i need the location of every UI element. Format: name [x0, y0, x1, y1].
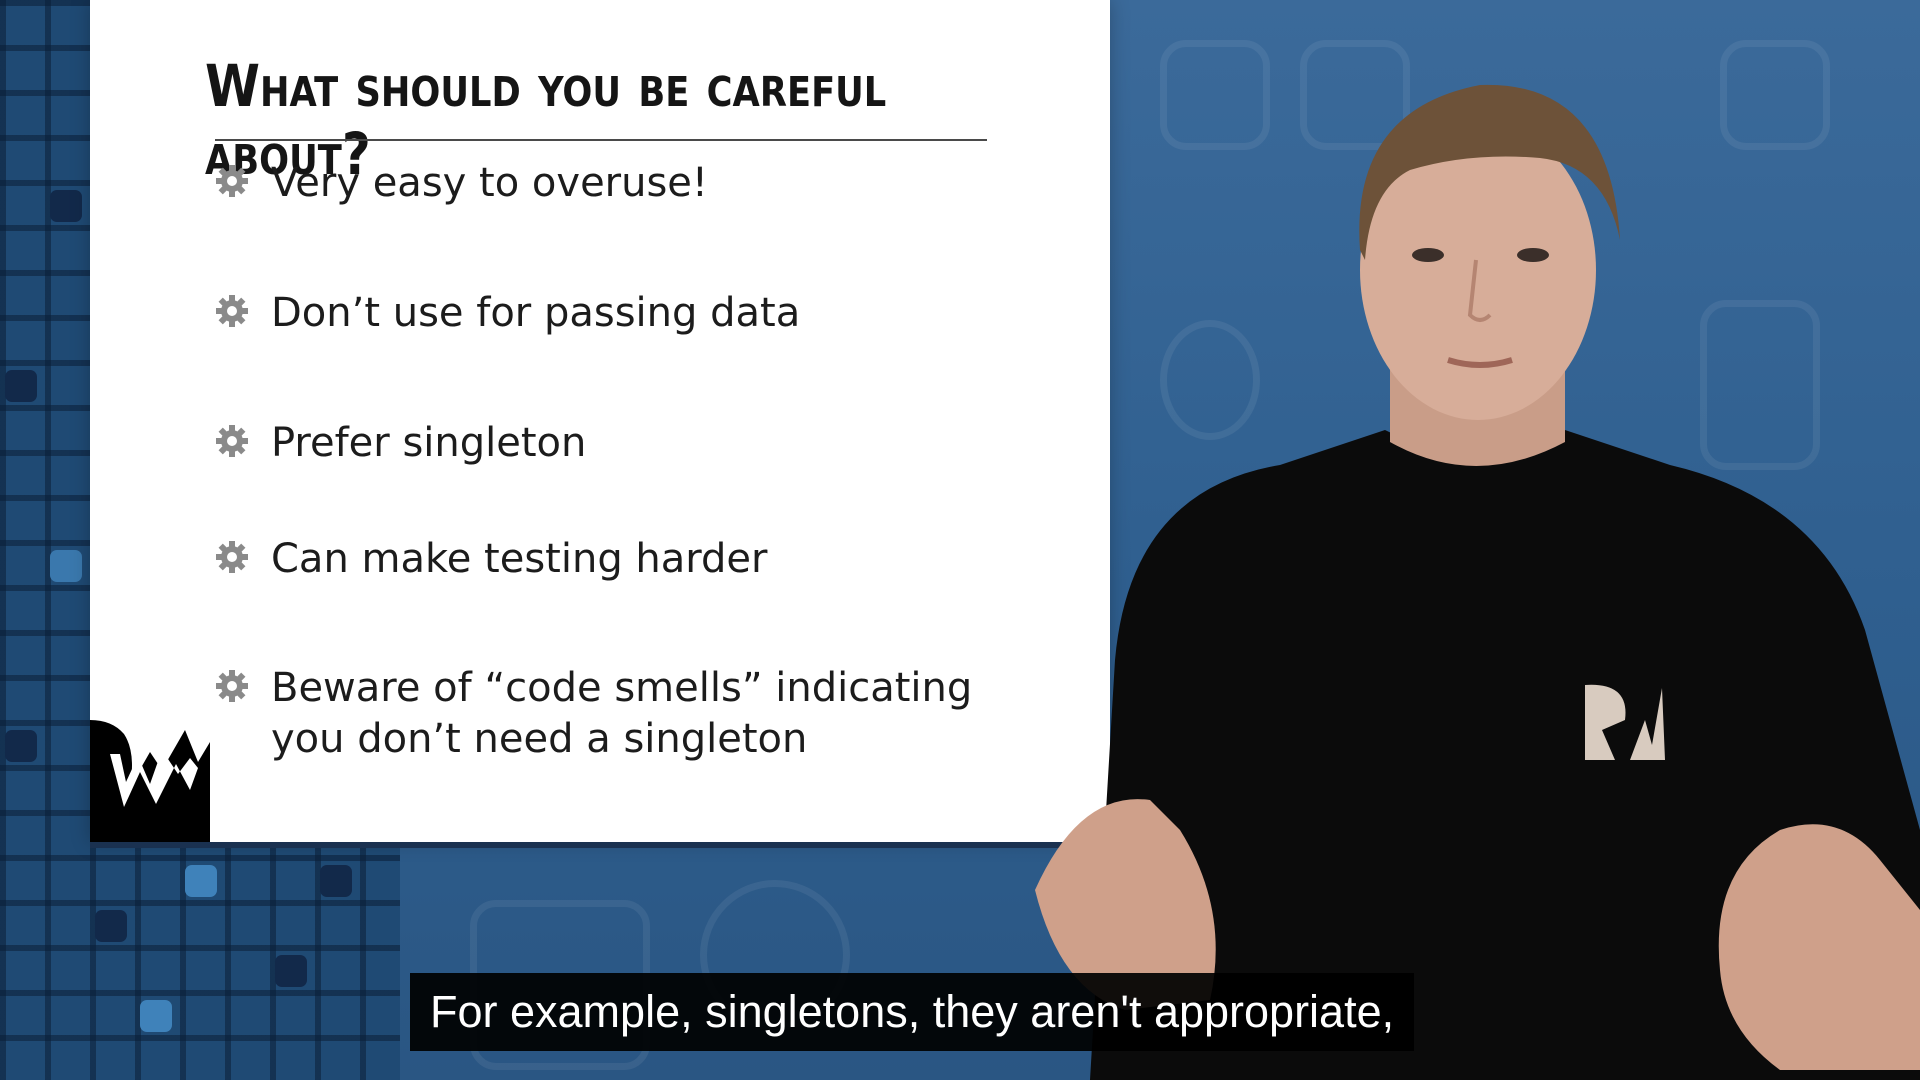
rw-logo — [90, 712, 210, 842]
presentation-slide: What should you be careful about? Very e… — [90, 0, 1110, 842]
bullet-item: Don’t use for passing data — [215, 288, 1031, 339]
bullet-item: Can make testing harder — [215, 534, 1031, 585]
gear-icon — [216, 295, 248, 327]
bullet-item: Beware of “code smells” indicating you d… — [215, 663, 1031, 765]
bullet-text: Can make testing harder — [271, 536, 768, 582]
presenter-video — [1035, 84, 1920, 1080]
video-caption: For example, singletons, they aren't app… — [410, 973, 1415, 1051]
bullet-item: Prefer singleton — [215, 418, 1031, 469]
gear-icon — [216, 670, 248, 702]
gear-icon — [216, 541, 248, 573]
shirt-logo — [1582, 682, 1665, 760]
title-divider — [215, 139, 987, 141]
gear-icon — [216, 425, 248, 457]
bullet-text: Prefer singleton — [271, 420, 587, 466]
bullet-item: Very easy to overuse! — [215, 158, 1031, 209]
bullet-text: Beware of “code smells” indicating you d… — [271, 665, 973, 762]
bullet-text: Very easy to overuse! — [271, 160, 708, 206]
bullet-text: Don’t use for passing data — [271, 290, 801, 336]
gear-icon — [216, 165, 248, 197]
